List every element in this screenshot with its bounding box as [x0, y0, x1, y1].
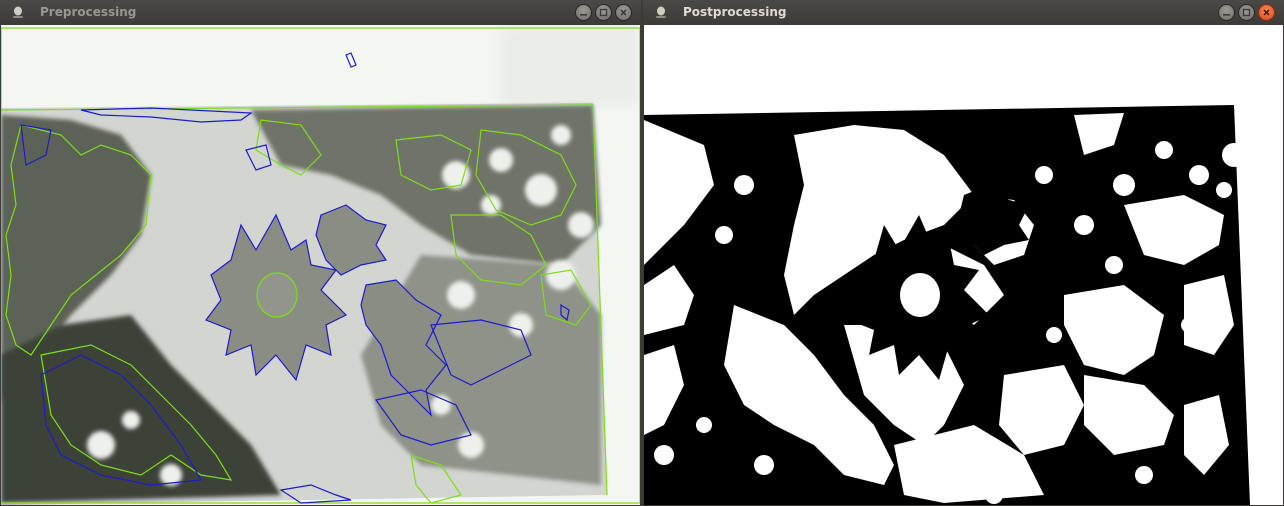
app-icon — [13, 6, 23, 18]
titlebar[interactable]: Postprocessing — [643, 0, 1284, 25]
maximize-icon[interactable] — [1238, 4, 1255, 21]
maximize-icon[interactable] — [595, 4, 612, 21]
close-icon[interactable] — [615, 4, 632, 21]
postprocessing-image — [644, 25, 1283, 505]
app-icon — [656, 6, 666, 18]
postprocessing-window: Postprocessing — [643, 0, 1284, 506]
preprocessing-image — [1, 25, 640, 505]
titlebar[interactable]: Preprocessing — [0, 0, 641, 25]
minimize-icon[interactable] — [1218, 4, 1235, 21]
window-title: Preprocessing — [40, 5, 137, 19]
preprocessing-window: Preprocessing — [0, 0, 641, 506]
window-title: Postprocessing — [683, 5, 787, 19]
minimize-icon[interactable] — [575, 4, 592, 21]
close-icon[interactable] — [1258, 4, 1275, 21]
